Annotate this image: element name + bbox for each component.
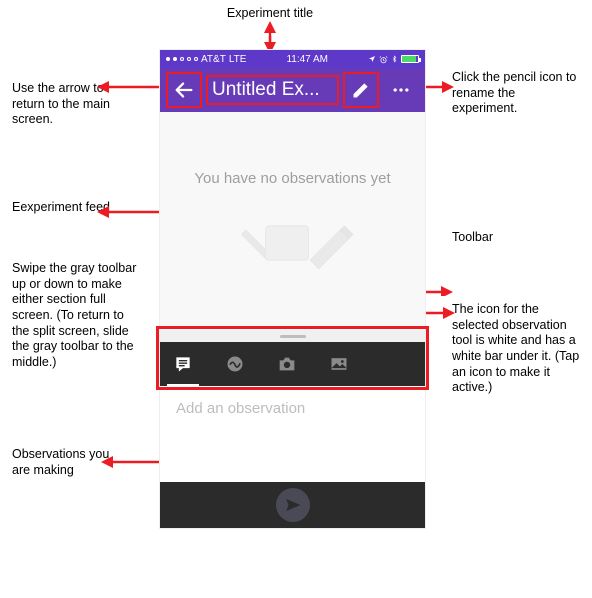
sensor-icon xyxy=(225,354,245,374)
callout-title: Experiment title xyxy=(200,6,340,22)
note-icon xyxy=(173,354,193,374)
observation-input[interactable]: Add an observation xyxy=(160,386,425,482)
camera-icon xyxy=(276,353,298,375)
network-label: LTE xyxy=(229,54,247,65)
gallery-tool[interactable] xyxy=(326,351,352,377)
app-bar: Untitled Ex... xyxy=(160,68,425,112)
camera-tool[interactable] xyxy=(274,351,300,377)
callout-selected: The icon for the selected observation to… xyxy=(452,302,582,396)
observation-placeholder: Add an observation xyxy=(176,400,305,417)
experiment-title[interactable]: Untitled Ex... xyxy=(206,75,339,105)
send-icon xyxy=(284,496,302,514)
phone-frame: AT&T LTE 11:47 AM Untitled Ex... You hav… xyxy=(160,50,425,528)
callout-swipe: Swipe the gray toolbar up or down to mak… xyxy=(12,261,142,370)
callout-toolbar: Toolbar xyxy=(452,230,552,246)
feed-empty-text: You have no observations yet xyxy=(194,170,390,187)
battery-icon xyxy=(401,55,419,63)
arrow-left-icon xyxy=(173,79,195,101)
feed-illustration xyxy=(223,213,363,273)
status-bar: AT&T LTE 11:47 AM xyxy=(160,50,425,68)
back-button[interactable] xyxy=(166,72,202,108)
alarm-icon xyxy=(379,55,388,64)
experiment-feed: You have no observations yet xyxy=(160,112,425,330)
overflow-icon xyxy=(391,80,411,100)
carrier-label: AT&T xyxy=(201,54,226,65)
rename-button[interactable] xyxy=(343,72,379,108)
toolbar-grip[interactable] xyxy=(160,330,425,342)
bottom-bar xyxy=(160,482,425,528)
gallery-icon xyxy=(329,354,349,374)
send-button[interactable] xyxy=(276,488,310,522)
overflow-button[interactable] xyxy=(383,72,419,108)
clock: 11:47 AM xyxy=(250,54,364,65)
toolbar-section xyxy=(160,330,425,386)
observation-toolbar xyxy=(160,342,425,386)
pencil-icon xyxy=(351,80,371,100)
sensor-tool[interactable] xyxy=(222,351,248,377)
note-tool[interactable] xyxy=(170,351,196,377)
location-icon xyxy=(368,55,376,63)
bluetooth-icon xyxy=(391,54,398,64)
callout-pencil: Click the pencil icon to rename the expe… xyxy=(452,70,582,117)
